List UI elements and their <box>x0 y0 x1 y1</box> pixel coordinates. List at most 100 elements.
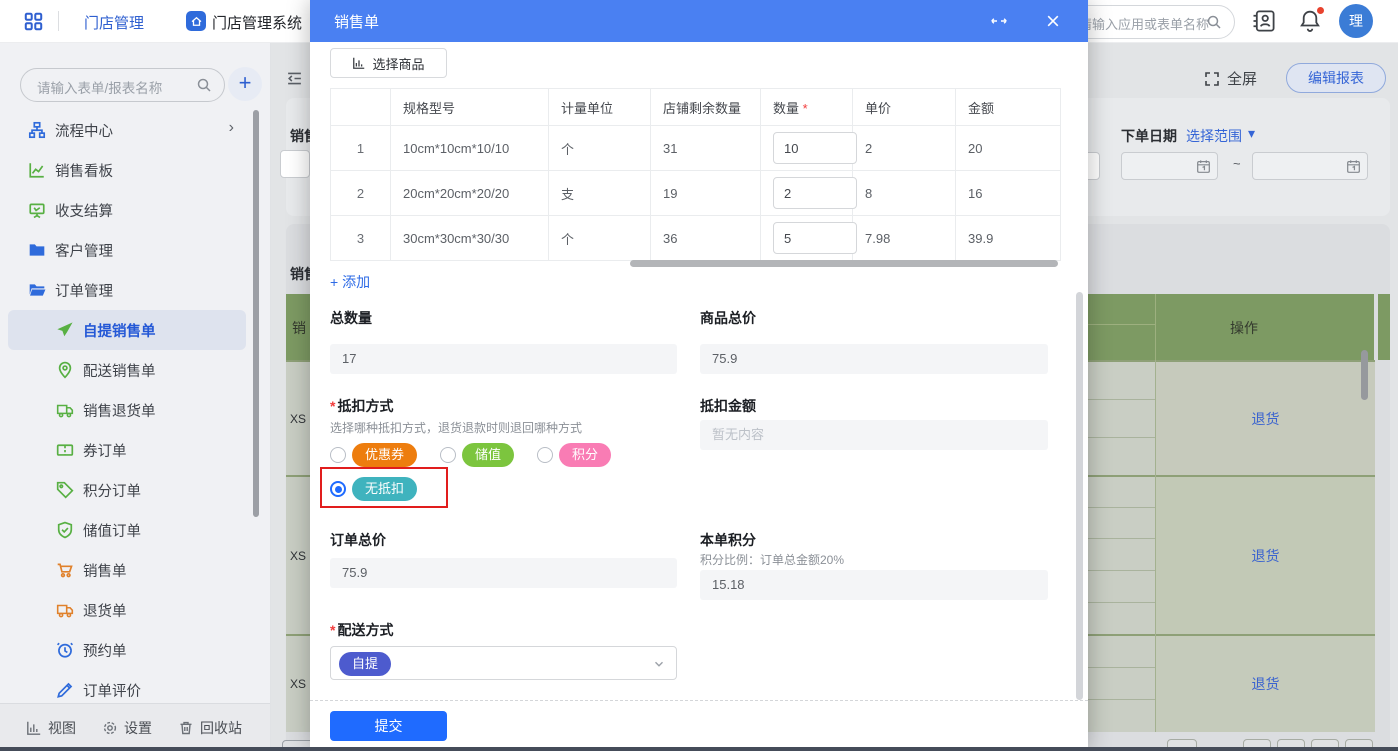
notification-dot <box>1317 7 1324 14</box>
shield-check-icon <box>56 521 74 539</box>
sidebar-item-coupon-order[interactable]: 券订单 <box>0 430 270 470</box>
deduct-method-help: 选择哪种抵扣方式，退货退款时则退回哪种方式 <box>330 421 583 435</box>
system-name[interactable]: 门店管理系统 <box>212 12 302 33</box>
select-range-link[interactable]: 选择范围 <box>1186 126 1242 146</box>
sidebar-footer: 视图 设置 回收站 <box>0 703 270 751</box>
highlight-annotation-box <box>320 467 448 508</box>
coupon-pill: 优惠券 <box>352 443 418 468</box>
date-to-input[interactable] <box>1252 152 1368 180</box>
sidebar-scrollbar[interactable] <box>253 110 259 517</box>
window-bottom-edge <box>0 747 1398 751</box>
sidebar-item-customer-mgmt[interactable]: 客户管理 <box>0 230 270 270</box>
divider <box>58 11 59 31</box>
deduct-amount-value: 暂无内容 <box>700 420 1048 450</box>
sidebar-item-order-mgmt[interactable]: 订单管理 <box>0 270 270 310</box>
filter-input-partial[interactable] <box>280 150 310 178</box>
folder-open-icon <box>28 281 46 299</box>
modal-title: 销售单 <box>334 14 380 31</box>
fullscreen-icon <box>1204 71 1220 87</box>
tag-icon <box>56 481 74 499</box>
sidebar-item-sales-order[interactable]: 销售单 <box>0 550 270 590</box>
workspace-name[interactable]: 门店管理 <box>84 12 144 33</box>
caret-down-icon: ▾ <box>1248 125 1256 141</box>
delivery-method-label: * 配送方式 <box>330 622 394 638</box>
sidebar-item-pickup-sales-order[interactable]: 自提销售单 <box>8 310 246 350</box>
ticket-icon <box>56 441 74 459</box>
order-total-value: 75.9 <box>330 558 677 588</box>
sidebar-item-delivery-sales-order[interactable]: 配送销售单 <box>0 350 270 390</box>
sidebar-menu: 流程中心 › 销售看板 收支结算 客户管理 订单管理 自提销售单 配送销售单 销… <box>0 110 270 710</box>
global-search-input[interactable]: 请输入应用或表单名称 <box>1063 5 1235 39</box>
bg-table-header-right: 码 操作 <box>1060 294 1374 360</box>
edit-report-button[interactable]: 编辑报表 <box>1286 63 1386 93</box>
sidebar-item-balance[interactable]: 收支结算 <box>0 190 270 230</box>
sidebar-item-reservation-order[interactable]: 预约单 <box>0 630 270 670</box>
cart-icon <box>56 561 74 579</box>
deduct-option-points[interactable]: 积分 <box>537 443 612 468</box>
deduct-option-stored-value[interactable]: 储值 <box>440 443 515 468</box>
return-goods-link[interactable]: 退货 <box>1252 674 1280 694</box>
table-header-row: 规格型号 计量单位 店铺剩余数量 数量 * 单价 金额 <box>330 88 1061 126</box>
bg-col-action: 退货 退货 退货 <box>1155 360 1375 732</box>
views-button[interactable]: 视图 <box>26 718 76 738</box>
bg-table-header-first: 销 <box>286 294 312 360</box>
bar-chart-icon <box>352 56 366 70</box>
page-scrollbar[interactable] <box>1361 350 1368 400</box>
col-unit: 计量单位 <box>548 88 651 126</box>
truck-icon <box>56 601 74 619</box>
sidebar-item-sales-return-order[interactable]: 销售退货单 <box>0 390 270 430</box>
radio-unchecked[interactable] <box>537 447 553 464</box>
sidebar-item-flow-center[interactable]: 流程中心 › <box>0 110 270 150</box>
total-qty-value: 17 <box>330 344 677 374</box>
col-spec: 规格型号 <box>390 88 549 126</box>
delivery-method-select[interactable]: 自提 <box>330 646 677 680</box>
quantity-input[interactable] <box>773 222 857 254</box>
contacts-icon[interactable] <box>1252 9 1276 33</box>
return-goods-link[interactable]: 退货 <box>1252 546 1280 566</box>
trash-icon <box>178 720 194 736</box>
folder-icon <box>28 241 46 259</box>
add-row-link[interactable]: + 添加 <box>330 272 370 292</box>
deduct-method-label: * 抵扣方式 <box>330 398 394 414</box>
sidebar: 请输入表单/报表名称 + 流程中心 › 销售看板 收支结算 客户管理 订单管理 … <box>0 42 271 751</box>
recycle-bin-button[interactable]: 回收站 <box>178 718 242 738</box>
sidebar-item-return-order[interactable]: 退货单 <box>0 590 270 630</box>
radio-unchecked[interactable] <box>440 447 456 464</box>
modal-scrollbar[interactable] <box>1076 292 1083 700</box>
quantity-input[interactable] <box>773 132 857 164</box>
notification-bell-icon[interactable] <box>1298 7 1324 33</box>
deduct-option-coupon[interactable]: 优惠券 <box>330 443 418 468</box>
select-product-button[interactable]: 选择商品 <box>330 48 447 78</box>
sidebar-search-input[interactable]: 请输入表单/报表名称 <box>20 68 225 102</box>
sidebar-item-points-order[interactable]: 积分订单 <box>0 470 270 510</box>
pen-icon <box>56 681 74 699</box>
col-qty: 数量 * <box>760 88 853 126</box>
chevron-right-icon: › <box>228 119 234 136</box>
avatar[interactable]: 理 <box>1339 4 1373 38</box>
tilde-separator: ~ <box>1233 156 1241 171</box>
expand-modal-icon[interactable] <box>990 13 1008 29</box>
points-pill: 积分 <box>559 443 612 468</box>
sidebar-search-placeholder: 请输入表单/报表名称 <box>37 81 163 96</box>
return-goods-link[interactable]: 退货 <box>1252 409 1280 429</box>
location-pin-icon <box>56 361 74 379</box>
close-icon[interactable] <box>1045 13 1061 29</box>
submit-button[interactable]: 提交 <box>330 711 447 741</box>
radio-unchecked[interactable] <box>330 447 346 464</box>
settings-button[interactable]: 设置 <box>102 718 152 738</box>
collapse-sidebar-icon[interactable] <box>286 70 303 87</box>
fullscreen-button[interactable]: 全屏 <box>1204 68 1257 89</box>
app-grid-icon[interactable] <box>24 12 43 31</box>
footer-divider <box>310 700 1088 701</box>
quantity-input[interactable] <box>773 177 857 209</box>
order-points-label: 本单积分 <box>700 532 756 548</box>
col-stock: 店铺剩余数量 <box>650 88 761 126</box>
date-from-input[interactable] <box>1121 152 1218 180</box>
search-icon <box>196 77 212 93</box>
table-hscrollbar[interactable] <box>630 260 1058 267</box>
sidebar-item-stored-value-order[interactable]: 储值订单 <box>0 510 270 550</box>
sidebar-item-sales-board[interactable]: 销售看板 <box>0 150 270 190</box>
add-form-button[interactable]: + <box>228 67 262 101</box>
col-amount: 金额 <box>955 88 1061 126</box>
search-icon <box>1206 14 1222 30</box>
